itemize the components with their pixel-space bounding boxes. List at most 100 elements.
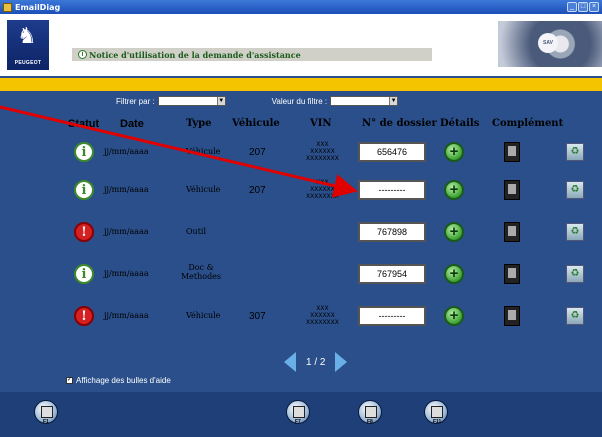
pager: 1 / 2	[284, 352, 348, 372]
col-dossier: N° de dossier	[362, 118, 437, 129]
page-indicator: 1 / 2	[306, 356, 326, 368]
recycle-icon[interactable]: ♻	[566, 223, 584, 241]
info-status-icon[interactable]: i	[74, 142, 94, 162]
table-row[interactable]: ! jj/mm/aaaa Outil 767898 + ♻	[62, 222, 602, 262]
app-icon	[3, 2, 12, 12]
previous-page-icon[interactable]	[284, 352, 296, 372]
table-row[interactable]: i jj/mm/aaaa Doc & Methodes 767954 + ♻	[62, 263, 602, 304]
dossier-field[interactable]: 767898	[358, 222, 426, 242]
home-button[interactable]: F1	[34, 400, 58, 425]
col-details: Détails	[440, 118, 480, 129]
col-complement: Complément	[492, 118, 564, 129]
cell-date: jj/mm/aaaa	[104, 185, 149, 194]
key-label: F1	[43, 419, 49, 425]
col-date: Date	[120, 118, 144, 130]
details-plus-icon[interactable]: +	[444, 222, 464, 242]
alert-status-icon[interactable]: !	[74, 306, 94, 326]
value-select[interactable]: ▼	[330, 96, 399, 106]
recycle-icon[interactable]: ♻	[566, 181, 584, 199]
cell-vehicule: 207	[249, 147, 266, 158]
info-status-icon[interactable]: i	[74, 180, 94, 200]
notice-text: Notice d'utilisation de la demande d'ass…	[89, 49, 301, 60]
peugeot-logo: ♞ PEUGEOT	[7, 20, 49, 70]
cell-vehicule: 307	[249, 311, 266, 322]
vin-line: XXXXXX	[310, 186, 335, 193]
print-button[interactable]: F8	[358, 400, 382, 425]
minimize-button[interactable]: _	[567, 2, 577, 12]
table-row[interactable]: ! jj/mm/aaaa Véhicule 307 XXX XXXXXX XXX…	[62, 305, 602, 346]
export-icon	[293, 406, 305, 418]
help-icon	[431, 406, 443, 418]
info-icon: i	[78, 50, 87, 59]
col-type: Type	[186, 118, 212, 129]
complement-document-icon[interactable]	[504, 264, 520, 284]
home-icon	[41, 406, 53, 418]
cell-date: jj/mm/aaaa	[104, 269, 149, 278]
help-checkbox[interactable]: ✓	[66, 377, 73, 384]
col-vehicule: Véhicule	[232, 118, 280, 129]
recycle-icon[interactable]: ♻	[566, 265, 584, 283]
dossier-field[interactable]: 656476	[358, 142, 426, 162]
key-label: F11	[433, 419, 442, 425]
sav-disc: SAV	[538, 33, 558, 53]
vin-line: XXXXXXXX	[306, 155, 339, 162]
details-plus-icon[interactable]: +	[444, 264, 464, 284]
key-label: F8	[367, 419, 373, 425]
chevron-down-icon[interactable]: ▼	[389, 97, 398, 105]
main-content: Filtrer par : ▼ Valeur du filtre : ▼ Sta…	[62, 92, 602, 392]
details-plus-icon[interactable]: +	[444, 306, 464, 326]
table-row[interactable]: i jj/mm/aaaa Véhicule 207 XXX XXXXXX XXX…	[62, 179, 602, 220]
cell-date: jj/mm/aaaa	[104, 227, 149, 236]
cell-date: jj/mm/aaaa	[104, 311, 149, 320]
recycle-icon[interactable]: ♻	[566, 307, 584, 325]
vin-line: XXXXXXXX	[306, 319, 339, 326]
lion-icon: ♞	[17, 23, 37, 48]
window-controls: _ □ ×	[567, 2, 599, 12]
details-plus-icon[interactable]: +	[444, 142, 464, 162]
header: ♞ PEUGEOT i Notice d'utilisation de la d…	[0, 14, 602, 76]
cell-type: Doc & Methodes	[180, 263, 222, 281]
help-label: Affichage des bulles d'aide	[76, 376, 171, 385]
cell-type: Outil	[186, 227, 207, 236]
filter-row: Filtrer par : ▼ Valeur du filtre : ▼	[116, 96, 399, 106]
title-bar: EmailDiag _ □ ×	[0, 0, 602, 14]
value-label: Valeur du filtre :	[271, 96, 328, 106]
cell-type: Véhicule	[186, 311, 221, 320]
complement-document-icon[interactable]	[504, 306, 520, 326]
header-graphic: SAV	[498, 21, 602, 67]
vin-line: XXXXXX	[310, 312, 335, 319]
cell-vin: XXX XXXXXX XXXXXXXX	[306, 141, 339, 162]
cell-vin: XXX XXXXXX XXXXXXXX	[306, 179, 339, 200]
notice-link[interactable]: i Notice d'utilisation de la demande d'a…	[72, 48, 432, 61]
filter-select[interactable]: ▼	[157, 96, 226, 106]
yellow-band	[0, 78, 602, 91]
cell-vin: XXX XXXXXX XXXXXXXX	[306, 305, 339, 326]
cell-date: jj/mm/aaaa	[104, 147, 149, 156]
f7-button[interactable]: F7	[286, 400, 310, 425]
recycle-icon[interactable]: ♻	[566, 143, 584, 161]
window-title: EmailDiag	[15, 2, 61, 12]
printer-icon	[365, 406, 377, 418]
f11-button[interactable]: F11	[424, 400, 448, 425]
key-label: F7	[295, 419, 301, 425]
details-plus-icon[interactable]: +	[444, 180, 464, 200]
cell-vehicule: 207	[249, 185, 266, 196]
cell-type: Véhicule	[186, 147, 221, 156]
alert-status-icon[interactable]: !	[74, 222, 94, 242]
dossier-field[interactable]: ---------	[358, 306, 426, 326]
next-page-icon[interactable]	[335, 352, 348, 372]
chevron-down-icon[interactable]: ▼	[216, 97, 225, 105]
complement-document-icon[interactable]	[504, 222, 520, 242]
dossier-field[interactable]: 767954	[358, 264, 426, 284]
vin-line: XXX	[316, 141, 329, 148]
vin-line: XXXXXX	[310, 148, 335, 155]
help-toggle[interactable]: ✓ Affichage des bulles d'aide	[66, 376, 171, 385]
complement-document-icon[interactable]	[504, 142, 520, 162]
info-status-icon[interactable]: i	[74, 264, 94, 284]
close-button[interactable]: ×	[589, 2, 599, 12]
table-row[interactable]: i jj/mm/aaaa Véhicule 207 XXX XXXXXX XXX…	[62, 141, 602, 182]
dossier-field[interactable]: ---------	[358, 180, 426, 200]
complement-document-icon[interactable]	[504, 180, 520, 200]
vin-line: XXX	[316, 305, 329, 312]
maximize-button[interactable]: □	[578, 2, 588, 12]
